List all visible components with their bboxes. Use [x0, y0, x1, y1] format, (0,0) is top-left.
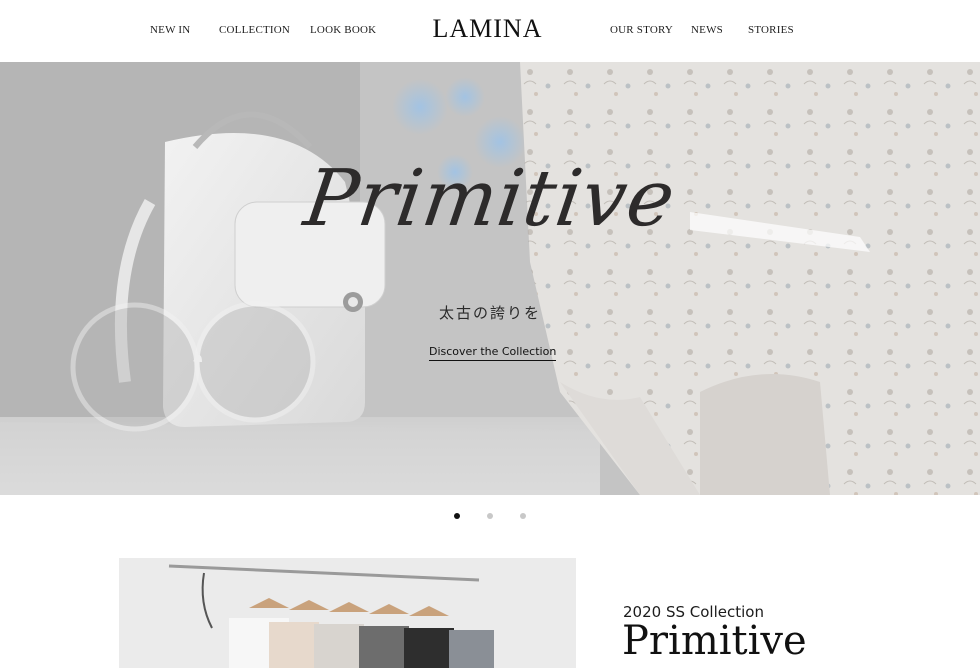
carousel-dot-3[interactable] — [520, 513, 526, 519]
hero-image — [0, 62, 980, 495]
discover-collection-link[interactable]: Discover the Collection — [429, 345, 557, 361]
collection-image[interactable] — [119, 558, 576, 668]
clothes-rack-image — [119, 558, 576, 668]
nav-news[interactable]: NEWS — [691, 24, 723, 36]
nav-our-story[interactable]: OUR STORY — [610, 24, 673, 36]
hero-title: Primitive — [299, 154, 681, 244]
carousel-dot-1[interactable] — [454, 513, 460, 519]
site-logo[interactable]: LAMINA — [0, 14, 975, 44]
hero-banner: Primitive 太古の誇りを Discover the Collection — [0, 62, 980, 495]
site-header: NEW IN COLLECTION LOOK BOOK LAMINA OUR S… — [0, 0, 980, 62]
carousel-dot-2[interactable] — [487, 513, 493, 519]
hero-subtitle: 太古の誇りを — [438, 304, 541, 322]
nav-stories[interactable]: STORIES — [748, 24, 794, 36]
collection-title: Primitive — [622, 618, 807, 664]
